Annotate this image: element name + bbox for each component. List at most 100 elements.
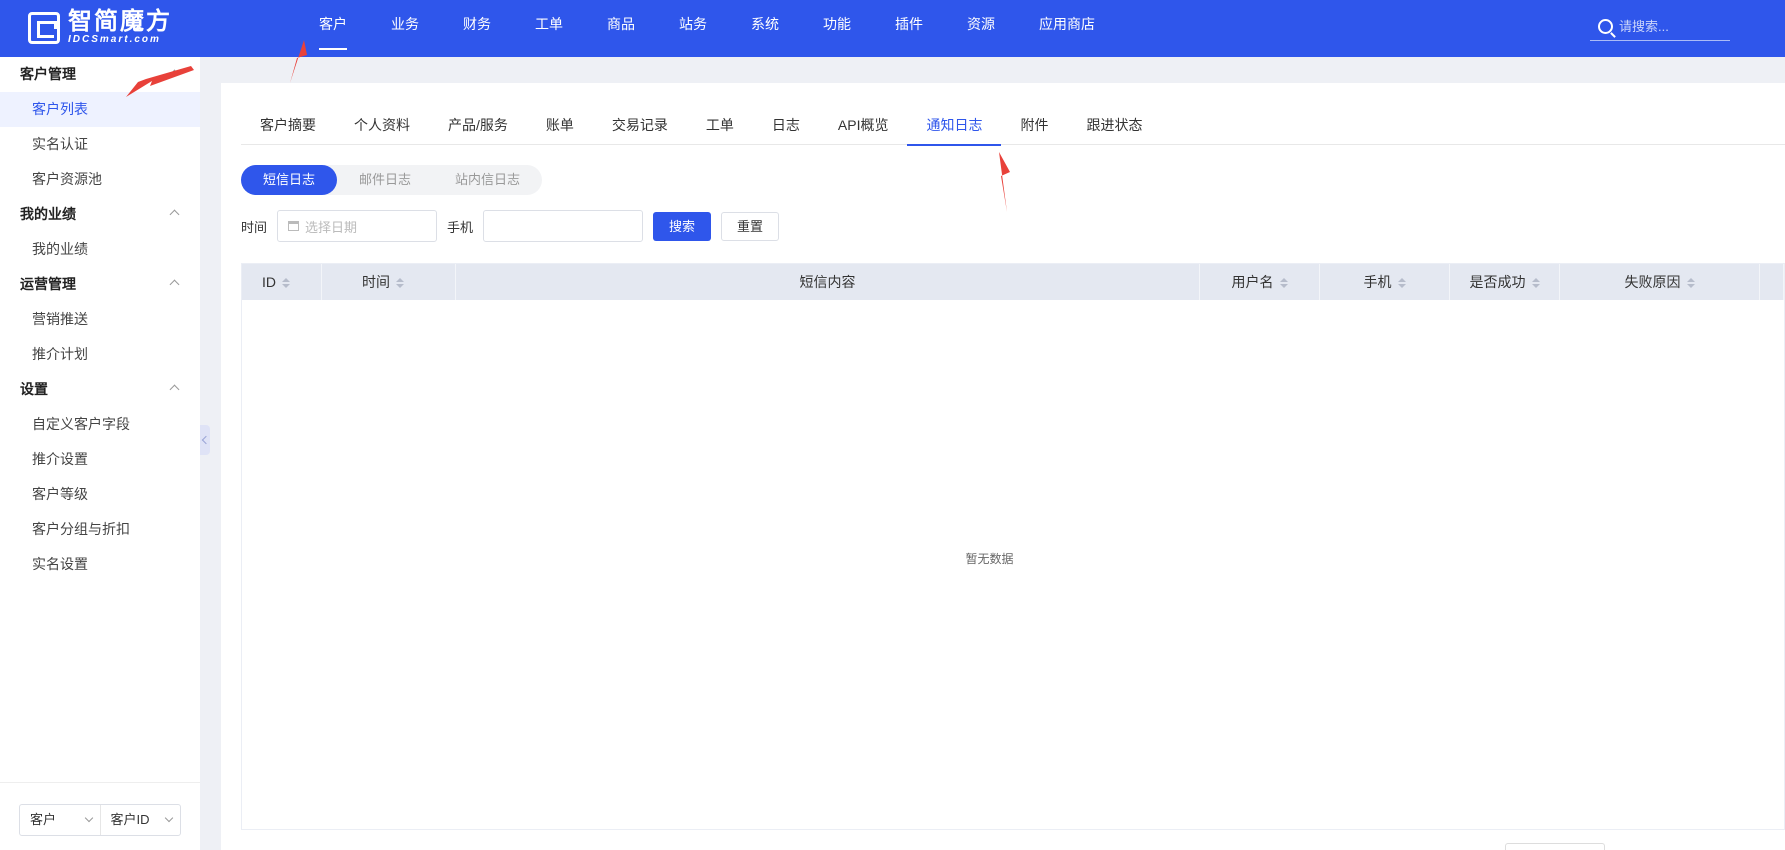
tab-api-overview[interactable]: API概览 — [819, 105, 908, 145]
column-label: ID — [262, 274, 276, 290]
sidebar-item-real-name-verification[interactable]: 实名认证 — [0, 127, 200, 162]
sms-log-table: ID 时间 短信内容 用户名 手机 是否成功 失败原因 暂无数据 — [241, 263, 1785, 830]
search-icon[interactable] — [1598, 18, 1613, 34]
nav-item-business[interactable]: 业务 — [374, 0, 436, 50]
table-header: ID 时间 短信内容 用户名 手机 是否成功 失败原因 — [242, 264, 1784, 300]
sidebar-group-title: 设置 — [20, 381, 48, 397]
sidebar-group-title: 客户管理 — [20, 66, 76, 82]
time-label: 时间 — [241, 219, 268, 235]
date-placeholder: 选择日期 — [305, 219, 358, 235]
sidebar-item-referral-settings[interactable]: 推介设置 — [0, 442, 200, 477]
main-content: 客户摘要 个人资料 产品/服务 账单 交易记录 工单 日志 API概览 通知日志… — [221, 83, 1785, 850]
sort-icon[interactable] — [1686, 278, 1695, 289]
tab-attachments[interactable]: 附件 — [1001, 105, 1067, 145]
top-navbar: 智简魔方 IDCSmart.com 客户 业务 财务 工单 商品 站务 系统 功… — [0, 0, 1785, 57]
search-field-value: 客户ID — [110, 812, 150, 827]
nav-item-system[interactable]: 系统 — [734, 0, 796, 50]
subtab-site-message-log[interactable]: 站内信日志 — [433, 165, 542, 195]
customer-quick-search: 客户 客户ID — [19, 804, 181, 836]
sidebar-item-customer-pool[interactable]: 客户资源池 — [0, 162, 200, 197]
column-label: 失败原因 — [1624, 274, 1681, 290]
column-label: 时间 — [362, 274, 390, 290]
subtab-email-log[interactable]: 邮件日志 — [337, 165, 433, 195]
chevron-up-icon — [169, 384, 180, 395]
sidebar-item-real-name-settings[interactable]: 实名设置 — [0, 547, 200, 582]
chevron-down-icon — [84, 813, 93, 823]
date-picker[interactable]: 选择日期 — [277, 210, 438, 242]
nav-item-features[interactable]: 功能 — [806, 0, 868, 50]
sidebar-item-marketing-push[interactable]: 营销推送 — [0, 302, 200, 337]
column-time[interactable]: 时间 — [322, 264, 456, 300]
tab-profile[interactable]: 个人资料 — [335, 105, 429, 145]
phone-input[interactable] — [483, 210, 644, 242]
tab-invoices[interactable]: 账单 — [527, 105, 593, 145]
nav-item-customers[interactable]: 客户 — [302, 0, 364, 50]
sidebar-item-groups-discounts[interactable]: 客户分组与折扣 — [0, 512, 200, 547]
column-label: 短信内容 — [799, 274, 856, 290]
search-input[interactable] — [1619, 18, 1729, 34]
log-type-switch: 短信日志 邮件日志 站内信日志 — [241, 165, 543, 195]
column-sms-content: 短信内容 — [456, 264, 1200, 300]
sidebar-group-my-performance[interactable]: 我的业绩 — [0, 197, 200, 232]
sidebar-item-custom-fields[interactable]: 自定义客户字段 — [0, 407, 200, 442]
column-filler — [1760, 264, 1784, 300]
column-success[interactable]: 是否成功 — [1450, 264, 1560, 300]
search-button[interactable]: 搜索 — [653, 211, 712, 241]
sidebar-group-operations[interactable]: 运营管理 — [0, 267, 200, 302]
tab-notification-logs[interactable]: 通知日志 — [907, 105, 1002, 146]
sidebar-item-my-performance[interactable]: 我的业绩 — [0, 232, 200, 267]
tab-follow-up-status[interactable]: 跟进状态 — [1067, 105, 1161, 145]
chevron-up-icon — [169, 279, 180, 290]
sidebar: 客户管理 客户列表 实名认证 客户资源池 我的业绩 我的业绩 运营管理 营销推送… — [0, 57, 200, 850]
sidebar-collapse-handle[interactable] — [200, 425, 210, 455]
sort-icon[interactable] — [396, 278, 404, 289]
chevron-up-icon — [169, 69, 180, 80]
sidebar-group-customer-management[interactable]: 客户管理 — [0, 57, 200, 92]
tab-products-services[interactable]: 产品/服务 — [429, 105, 527, 145]
pagination-partial[interactable] — [1505, 843, 1605, 850]
nav-item-finance[interactable]: 财务 — [446, 0, 508, 50]
sort-icon[interactable] — [1397, 278, 1406, 289]
logo-icon — [28, 12, 60, 44]
nav-item-site[interactable]: 站务 — [662, 0, 724, 50]
sidebar-footer: 客户 客户ID — [0, 782, 200, 850]
sidebar-group-settings[interactable]: 设置 — [0, 372, 200, 407]
sort-icon[interactable] — [1531, 278, 1540, 289]
reset-button[interactable]: 重置 — [721, 211, 780, 241]
search-field-select[interactable]: 客户ID — [99, 805, 181, 835]
chevron-up-icon — [169, 209, 180, 220]
chevron-down-icon — [164, 813, 174, 823]
sort-icon[interactable] — [1279, 278, 1288, 289]
tab-transactions[interactable]: 交易记录 — [593, 105, 687, 145]
sort-icon[interactable] — [282, 278, 290, 289]
sidebar-item-customer-list[interactable]: 客户列表 — [0, 92, 200, 127]
column-id[interactable]: ID — [242, 264, 322, 300]
customer-tabs: 客户摘要 个人资料 产品/服务 账单 交易记录 工单 日志 API概览 通知日志… — [241, 105, 1785, 146]
search-type-select[interactable]: 客户 — [20, 805, 100, 835]
column-label: 用户名 — [1231, 274, 1274, 290]
column-phone[interactable]: 手机 — [1320, 264, 1450, 300]
brand-logo[interactable]: 智简魔方 IDCSmart.com — [28, 10, 172, 46]
column-label: 是否成功 — [1469, 274, 1526, 290]
tab-logs[interactable]: 日志 — [753, 105, 819, 145]
column-label: 手机 — [1363, 274, 1392, 290]
nav-item-app-store[interactable]: 应用商店 — [1022, 0, 1112, 50]
sidebar-group-title: 我的业绩 — [20, 206, 76, 222]
nav-item-resources[interactable]: 资源 — [950, 0, 1012, 50]
tab-tickets[interactable]: 工单 — [687, 105, 753, 145]
nav-item-products[interactable]: 商品 — [590, 0, 652, 50]
brand-domain: IDCSmart.com — [68, 34, 161, 45]
column-username[interactable]: 用户名 — [1200, 264, 1320, 300]
nav-item-tickets[interactable]: 工单 — [518, 0, 580, 50]
subtab-sms-log[interactable]: 短信日志 — [241, 165, 338, 195]
tab-summary[interactable]: 客户摘要 — [241, 105, 335, 145]
sidebar-item-referral-plan[interactable]: 推介计划 — [0, 337, 200, 372]
phone-label: 手机 — [447, 219, 474, 235]
empty-state: 暂无数据 — [965, 552, 1014, 566]
column-failure-reason[interactable]: 失败原因 — [1560, 264, 1760, 300]
nav-item-plugins[interactable]: 插件 — [878, 0, 940, 50]
filter-bar: 时间 选择日期 手机 搜索 重置 — [241, 210, 780, 242]
brand-name: 智简魔方 — [68, 8, 172, 35]
global-search — [1590, 12, 1730, 41]
sidebar-item-customer-levels[interactable]: 客户等级 — [0, 477, 200, 512]
